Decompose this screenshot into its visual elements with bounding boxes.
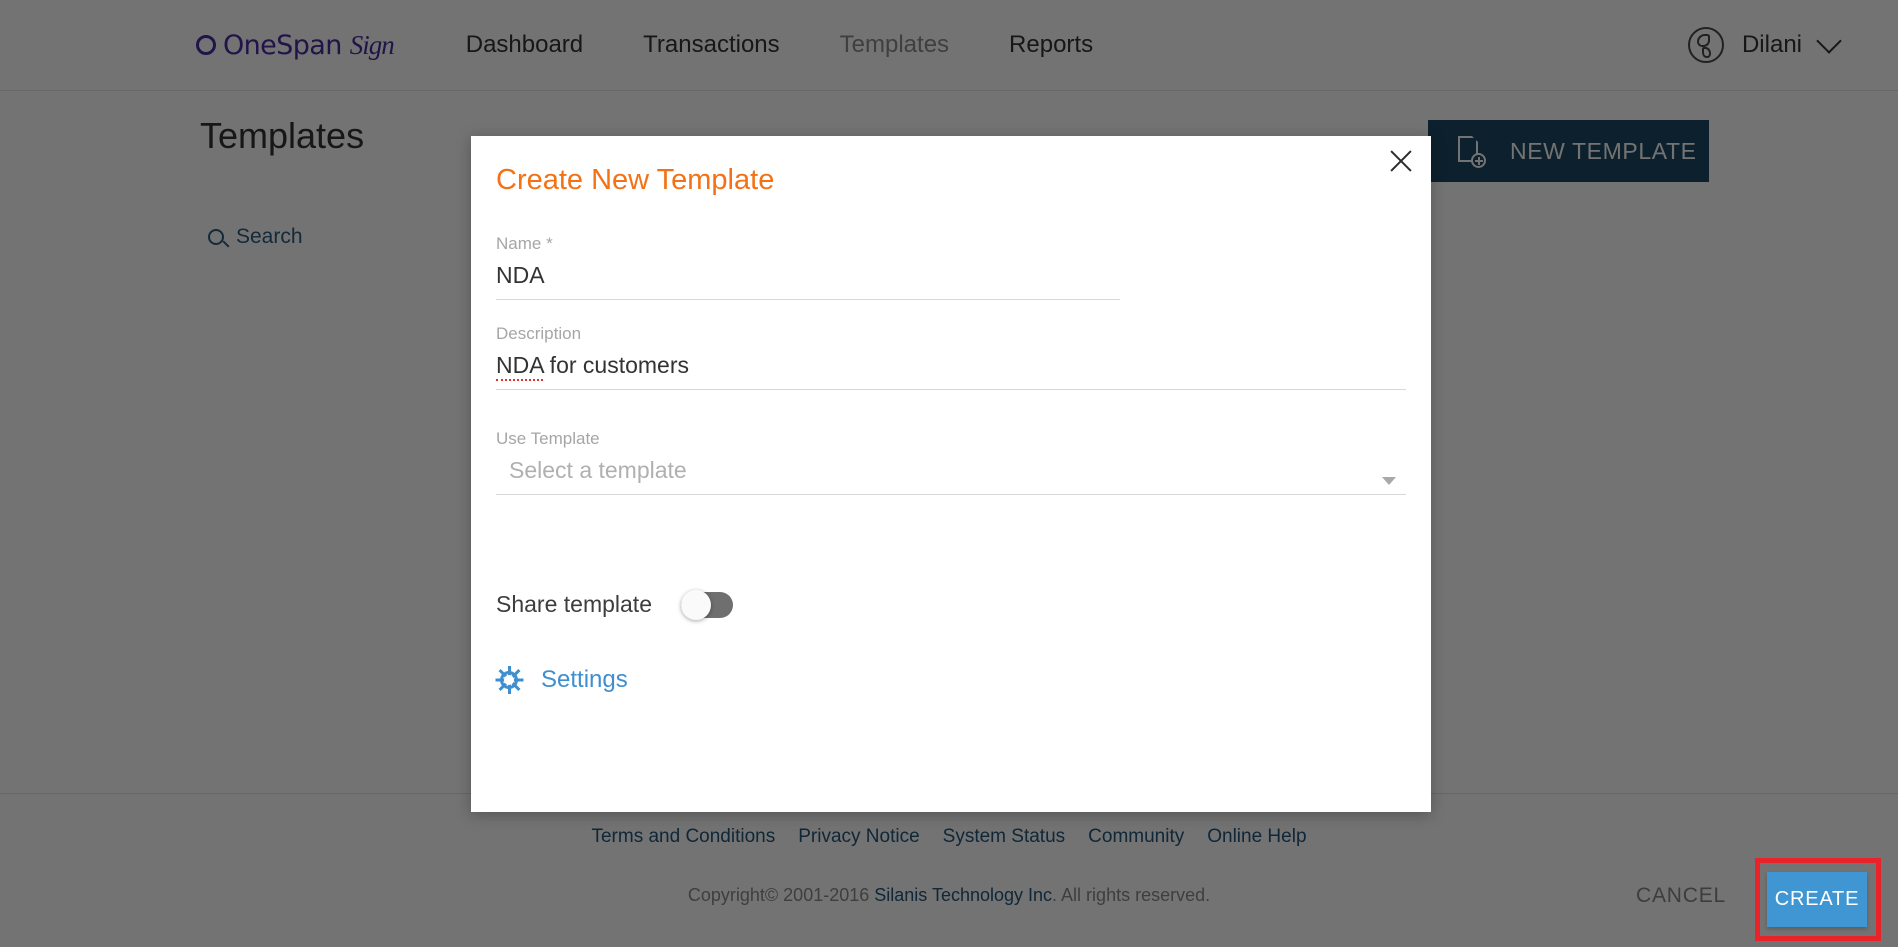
gear-icon	[495, 666, 523, 694]
toggle-knob	[680, 589, 711, 620]
description-field-underline	[496, 389, 1406, 390]
settings-link[interactable]: Settings	[495, 666, 628, 694]
use-template-select[interactable]: Select a template	[496, 457, 1406, 494]
share-template-label: Share template	[496, 591, 652, 617]
misspelled-word: NDA	[496, 352, 544, 381]
share-template-toggle[interactable]	[680, 589, 733, 620]
description-rest: for customers	[543, 352, 690, 378]
description-input[interactable]: NDA for customers	[496, 352, 1406, 389]
description-field-group: Description NDA for customers	[496, 324, 1406, 390]
dialog-title: Create New Template	[496, 164, 775, 196]
use-template-field-group: Use Template Select a template	[496, 429, 1406, 495]
description-field-label: Description	[496, 324, 582, 343]
name-input[interactable]: NDA	[496, 262, 1120, 299]
name-field-underline	[496, 299, 1120, 300]
name-field-label: Name *	[496, 234, 553, 253]
create-new-template-dialog: Create New Template Name * NDA Descripti…	[471, 136, 1881, 941]
name-field-group: Name * NDA	[496, 234, 1120, 300]
close-icon[interactable]	[1384, 144, 1418, 178]
create-button[interactable]: CREATE	[1767, 872, 1867, 927]
chevron-down-icon[interactable]	[1382, 477, 1396, 485]
use-template-field-label: Use Template	[496, 429, 600, 448]
cancel-button[interactable]: CANCEL	[1626, 878, 1736, 914]
use-template-field-underline	[496, 494, 1406, 495]
settings-label: Settings	[541, 666, 628, 693]
share-template-row: Share template	[496, 589, 733, 620]
